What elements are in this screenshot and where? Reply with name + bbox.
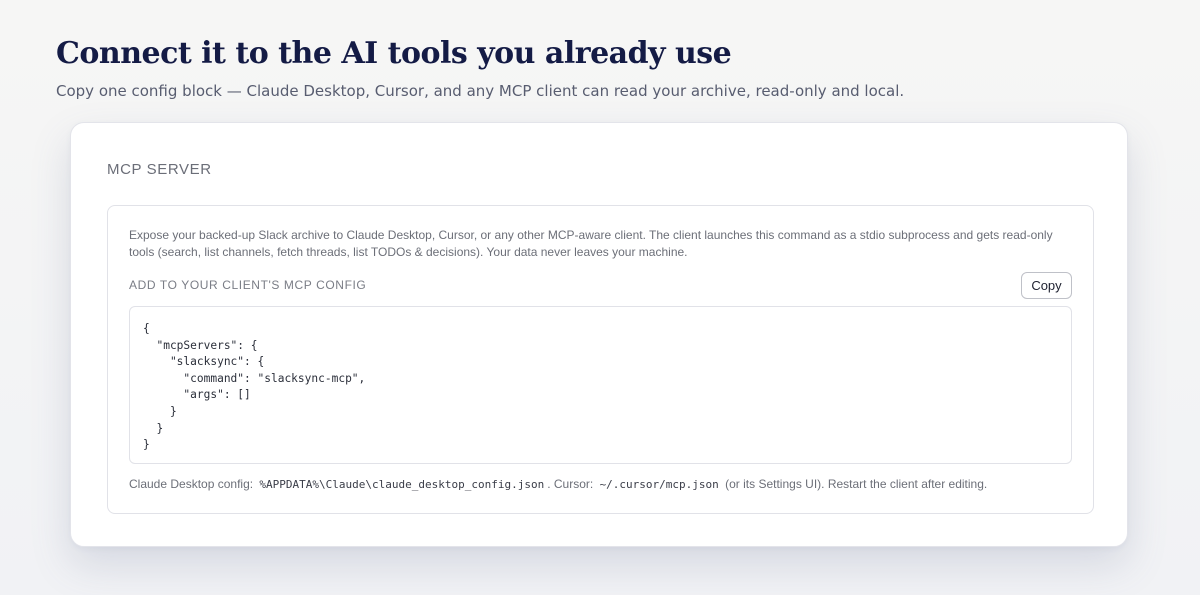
mcp-server-card: MCP SERVER Expose your backed-up Slack a…	[70, 122, 1128, 547]
page-title: Connect it to the AI tools you already u…	[56, 36, 732, 71]
mcp-description: Expose your backed-up Slack archive to C…	[129, 228, 1053, 259]
page-subtitle: Copy one config block — Claude Desktop, …	[56, 82, 905, 100]
config-label: ADD TO YOUR CLIENT'S MCP CONFIG	[129, 278, 367, 292]
config-code-block[interactable]: { "mcpServers": { "slacksync": { "comman…	[129, 306, 1072, 464]
card-heading: MCP SERVER	[107, 161, 212, 178]
restart-note: (or its Settings UI). Restart the client…	[725, 477, 988, 491]
cursor-config-prefix: . Cursor:	[547, 477, 594, 491]
config-location-note: Claude Desktop config: %APPDATA%\Claude\…	[129, 476, 987, 493]
copy-button[interactable]: Copy	[1021, 272, 1072, 299]
claude-config-prefix: Claude Desktop config:	[129, 477, 254, 491]
claude-config-path: %APPDATA%\Claude\claude_desktop_config.j…	[259, 478, 545, 491]
cursor-config-path: ~/.cursor/mcp.json	[599, 478, 719, 491]
mcp-config-panel: Expose your backed-up Slack archive to C…	[107, 205, 1094, 514]
